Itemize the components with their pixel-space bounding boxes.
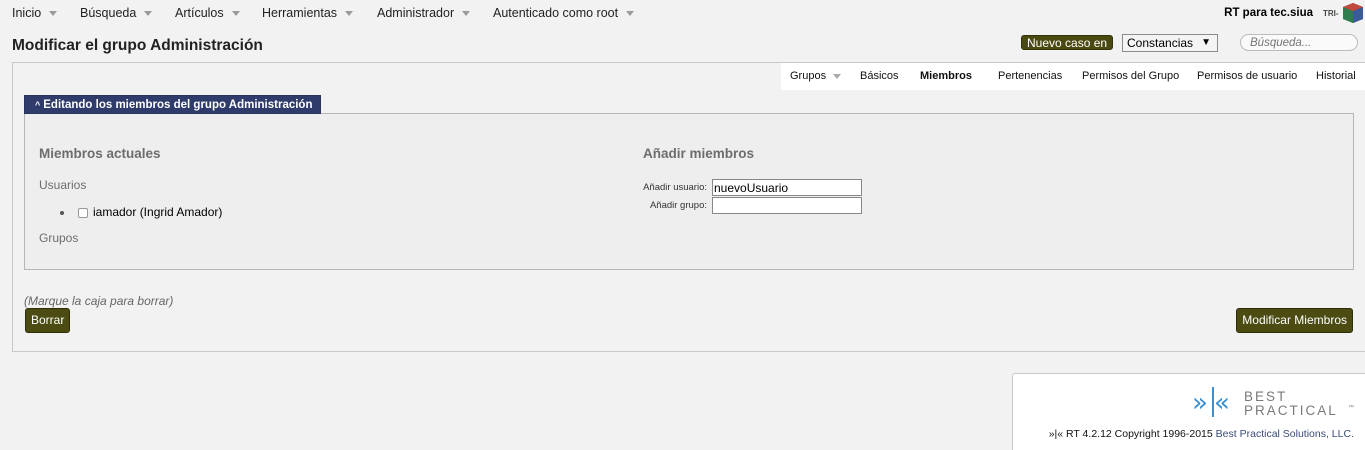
best-practical-logo[interactable]: » « BEST PRACTICAL ™ [1192, 386, 1357, 418]
copyright: »|« RT 4.2.12 Copyright 1996-2015 Best P… [1049, 428, 1354, 440]
chevron-up-icon[interactable]: ^ [35, 96, 40, 115]
menu-label: Inicio [12, 6, 42, 20]
menu-articulos[interactable]: Artículos [175, 0, 240, 26]
bullet-icon [60, 210, 64, 215]
tab-basicos[interactable]: Básicos [860, 63, 899, 90]
menu-label: Autenticado como root [493, 6, 619, 20]
titlebox-header[interactable]: ^ Editando los miembros del grupo Adminis… [24, 95, 322, 115]
add-user-input[interactable] [712, 179, 862, 196]
tab-historial[interactable]: Historial [1316, 63, 1356, 90]
new-ticket-button[interactable]: Nuevo caso en [1021, 35, 1114, 50]
tab-permisos-usuario[interactable]: Permisos de usuario [1197, 63, 1297, 90]
menu-label: Administrador [377, 6, 455, 20]
logo-chevrons-right: « [1214, 388, 1230, 418]
copyright-link[interactable]: Best Practical Solutions, LLC. [1216, 428, 1354, 440]
chevron-down-icon [144, 11, 153, 17]
delete-member-checkbox[interactable] [78, 207, 88, 218]
delete-hint: (Marque la caja para borrar) [24, 294, 174, 308]
titlebox-title: Editando los miembros del grupo Administ… [43, 99, 313, 111]
logo-line2: PRACTICAL [1244, 403, 1338, 418]
logo-tm: ™ [1348, 404, 1354, 411]
menu-busqueda[interactable]: Búsqueda [80, 0, 153, 26]
chevron-down-icon [833, 73, 842, 79]
menu-user[interactable]: Autenticado como root [493, 0, 635, 26]
tab-label: Miembros [920, 70, 972, 82]
add-group-label: Añadir grupo: [649, 200, 707, 211]
modify-members-button[interactable]: Modificar Miembros [1236, 308, 1353, 333]
delete-button[interactable]: Borrar [25, 308, 71, 333]
current-members-heading: Miembros actuales [39, 146, 161, 161]
tab-permisos-grupo[interactable]: Permisos del Grupo [1082, 63, 1179, 90]
tab-label: Historial [1316, 70, 1356, 82]
search-input[interactable] [1240, 34, 1358, 51]
menu-administrador[interactable]: Administrador [377, 0, 471, 26]
add-members-heading: Añadir miembros [643, 146, 755, 161]
tab-label: Permisos de usuario [1197, 70, 1298, 82]
chevron-down-icon [231, 11, 240, 17]
groups-label: Grupos [39, 231, 79, 245]
dropdown-arrow-icon: ▼ [1201, 37, 1211, 48]
menu-inicio[interactable]: Inicio [12, 0, 58, 26]
page-tabs: Grupos Básicos Miembros Pertenencias Per… [781, 63, 1365, 90]
queue-select[interactable]: Constancias ▼ [1122, 34, 1218, 52]
chevron-down-icon [345, 11, 354, 17]
menu-label: Herramientas [262, 6, 338, 20]
top-menu-bar: Inicio Búsqueda Artículos Herramientas A… [0, 0, 1365, 26]
menu-herramientas[interactable]: Herramientas [262, 0, 354, 26]
list-item: iamador (Ingrid Amador) [60, 205, 222, 219]
rt-instance-name: RT para tec.siua [1224, 7, 1313, 19]
add-user-label: Añadir usuario: [643, 182, 707, 193]
org-logo-icon: TRI- [1323, 3, 1363, 23]
tab-label: Grupos [790, 70, 827, 82]
tab-miembros[interactable]: Miembros [920, 63, 972, 90]
menu-label: Búsqueda [80, 6, 137, 20]
tab-grupos[interactable]: Grupos [790, 63, 842, 90]
logo-line1: BEST [1244, 389, 1287, 404]
tab-label: Permisos del Grupo [1082, 70, 1180, 82]
logo-chevrons-left: » [1192, 388, 1208, 418]
menu-label: Artículos [175, 6, 224, 20]
users-label: Usuarios [39, 178, 87, 192]
chevron-down-icon [626, 11, 635, 17]
tab-label: Pertenencias [998, 70, 1063, 82]
page-title: Modificar el grupo Administración [12, 37, 263, 54]
chevron-down-icon [462, 11, 471, 17]
queue-selected-value: Constancias [1127, 36, 1194, 50]
chevron-down-icon [49, 11, 58, 17]
copyright-text: »|« RT 4.2.12 Copyright 1996-2015 [1048, 428, 1216, 440]
tab-pertenencias[interactable]: Pertenencias [998, 63, 1062, 90]
add-group-input[interactable] [712, 197, 862, 214]
logo-text: TRI- [1323, 9, 1339, 18]
tab-label: Básicos [860, 70, 899, 82]
member-label: iamador (Ingrid Amador) [93, 205, 223, 219]
